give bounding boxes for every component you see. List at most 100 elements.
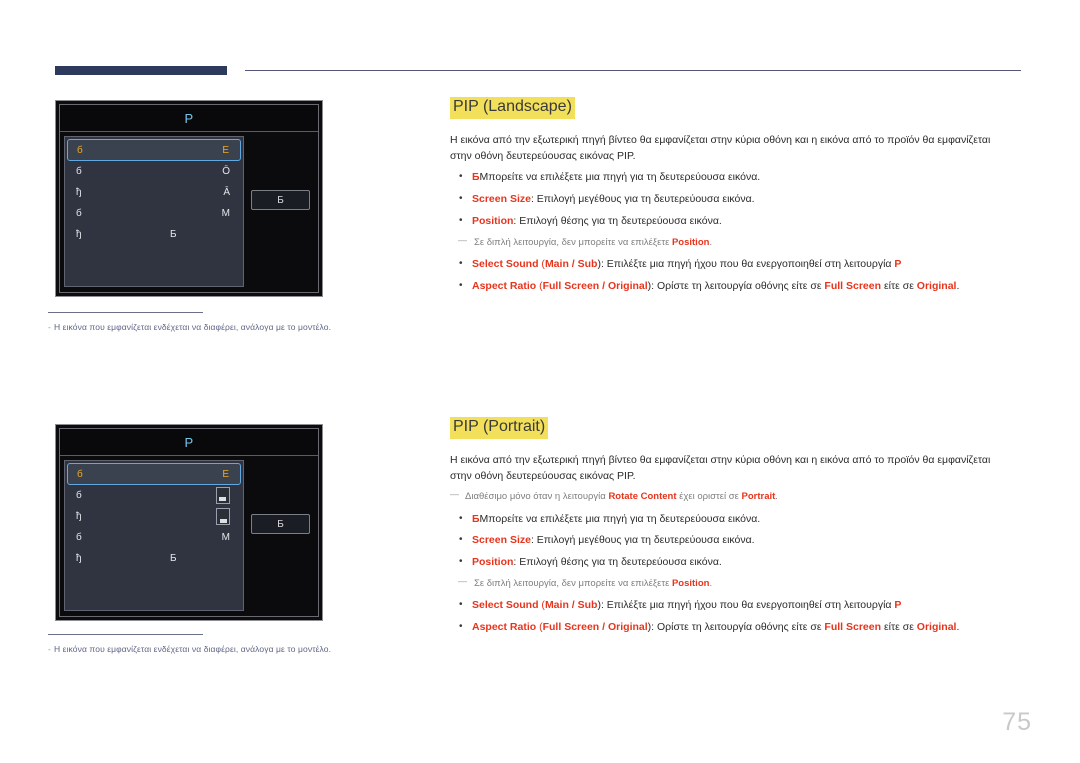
caption-text: -Η εικόνα που εμφανίζεται ενδέχεται να δ… — [48, 322, 428, 332]
keyword-select-sound: Select Sound — [472, 257, 539, 270]
osd-row-label: б — [76, 208, 82, 219]
note-text-pre: Σε διπλή λειτουργία, δεν μπορείτε να επι… — [474, 236, 672, 248]
bullet-text: Μπορείτε να επιλέξετε μια πηγή για τη δε… — [479, 512, 761, 525]
keyword-screen-size: Screen Size — [472, 534, 531, 547]
caption-rule — [48, 634, 203, 635]
keyword-position: Position — [671, 236, 710, 248]
keyword-pip-tail: P — [894, 599, 902, 612]
osd-row-label: б — [76, 532, 82, 543]
note-text-post: . — [775, 491, 778, 503]
keyword-screen-size: Screen Size — [472, 193, 531, 206]
option-original-2: Original — [916, 279, 957, 292]
option-separator: / — [568, 257, 578, 270]
keyword-position: Position — [472, 214, 514, 227]
option-original: Original — [607, 279, 648, 292]
option-separator: / — [599, 620, 608, 633]
page-title-landscape: PIP (Landscape) — [450, 97, 575, 119]
note-text-mid: έχει οριστεί σε — [676, 491, 742, 503]
osd-row[interactable]: ђ Б — [67, 548, 241, 569]
osd-row-label: ђ — [76, 511, 82, 522]
screen-position-icon — [216, 508, 230, 525]
intro-paragraph-portrait: Η εικόνα από την εξωτερική πηγή βίντεο θ… — [450, 453, 991, 483]
osd-row-value — [216, 487, 232, 504]
bullet-aspect-ratio: Aspect Ratio (Full Screen / Original): Ο… — [450, 278, 1020, 295]
note-dual-mode: Σε διπλή λειτουργία, δεν μπορείτε να επι… — [450, 234, 1020, 250]
osd-row[interactable]: ђ Б — [67, 224, 241, 245]
osd-side-pane-landscape: Б — [244, 136, 314, 287]
landscape-osd-panel: P б Е б Ō ђ Ā б М ђ Б Б — [55, 100, 323, 297]
keyword-position: Position — [671, 577, 710, 589]
bullet-text-end: . — [956, 279, 960, 292]
osd-row-value: М — [221, 532, 230, 543]
osd-row[interactable]: б Ō — [67, 161, 241, 182]
osd-menu-list-landscape: б Е б Ō ђ Ā б М ђ Б — [64, 136, 244, 287]
bullet-text-mid: είτε σε — [881, 620, 917, 633]
osd-row-value: М — [221, 208, 230, 219]
osd-row-label: ђ — [76, 553, 82, 564]
caption-body: Η εικόνα που εμφανίζεται ενδέχεται να δι… — [53, 322, 332, 332]
bullet-screen-size: Screen Size: Επιλογή μεγέθους για τη δευ… — [450, 532, 1020, 549]
portrait-osd-panel: P б Е б ђ б М ђ Б Б — [55, 424, 323, 621]
osd-side-pane-portrait: Б — [244, 460, 314, 611]
osd-inner-frame: P б Е б Ō ђ Ā б М ђ Б Б — [59, 104, 319, 293]
bullet-position: Position: Επιλογή θέσης για τη δευτερεύο… — [450, 554, 1020, 571]
bullet-select-sound: Select Sound (Main / Sub): Επιλέξτε μια … — [450, 597, 1020, 614]
osd-row[interactable]: ђ Ā — [67, 182, 241, 203]
header-rule-line — [245, 70, 1021, 71]
osd-row-label: б — [76, 490, 82, 501]
keyword-rotate-content: Rotate Content — [608, 491, 677, 503]
option-full-screen-2: Full Screen — [824, 620, 882, 633]
osd-row[interactable]: ђ — [67, 506, 241, 527]
keyword-pip-tail: P — [894, 257, 902, 270]
option-original: Original — [607, 620, 648, 633]
bullet-text: : Επιλέξτε μια πηγή ήχου που θα ενεργοπο… — [600, 257, 895, 270]
bullet-text: : Επιλογή θέσης για τη δευτερεύουσα εικό… — [513, 556, 722, 569]
keyword-portrait: Portrait — [741, 491, 776, 503]
osd-row-value — [216, 508, 232, 525]
option-separator: / — [599, 279, 608, 292]
osd-menu-list-portrait: б Е б ђ б М ђ Б — [64, 460, 244, 611]
section-pip-portrait: PIP (Portrait) Η εικόνα από την εξωτερικ… — [450, 417, 1020, 642]
bullet-text: : Επιλογή μεγέθους για τη δευτερεύουσα ε… — [530, 534, 755, 547]
osd-row-label: б — [76, 166, 82, 177]
intro-paragraph-landscape: Η εικόνα από την εξωτερική πηγή βίντεο θ… — [450, 133, 991, 163]
osd-row[interactable]: б Е — [67, 139, 241, 161]
osd-row[interactable]: б — [67, 485, 241, 506]
source-glyph: Б — [472, 512, 480, 525]
osd-row-value: Е — [222, 144, 229, 156]
option-sub: Sub — [577, 599, 598, 612]
bullet-source: БΜπορείτε να επιλέξετε μια πηγή για τη δ… — [450, 511, 1020, 528]
option-full-screen: Full Screen — [542, 279, 600, 292]
caption-dash: - — [48, 644, 51, 654]
osd-row[interactable]: б М — [67, 203, 241, 224]
osd-title-landscape: P — [60, 105, 318, 132]
bullet-text: : Επιλογή μεγέθους για τη δευτερεύουσα ε… — [530, 193, 755, 206]
osd-title-portrait: P — [60, 429, 318, 456]
bullet-aspect-ratio: Aspect Ratio (Full Screen / Original): Ο… — [450, 619, 1020, 636]
option-full-screen: Full Screen — [542, 620, 600, 633]
option-main: Main — [544, 257, 569, 270]
osd-side-button[interactable]: Б — [251, 190, 310, 210]
osd-body-portrait: б Е б ђ б М ђ Б Б — [60, 456, 318, 616]
osd-row[interactable]: б М — [67, 527, 241, 548]
bullet-list-landscape: БΜπορείτε να επιλέξετε μια πηγή για τη δ… — [450, 169, 1020, 295]
osd-row-value: Ā — [223, 187, 230, 198]
osd-inner-frame: P б Е б ђ б М ђ Б Б — [59, 428, 319, 617]
option-sub: Sub — [577, 257, 598, 270]
screen-size-icon — [216, 487, 230, 504]
osd-row-label: ђ — [76, 229, 82, 240]
osd-row[interactable]: б Е — [67, 463, 241, 485]
landscape-caption: -Η εικόνα που εμφανίζεται ενδέχεται να δ… — [48, 312, 428, 332]
bullet-list-portrait: БΜπορείτε να επιλέξετε μια πηγή για τη δ… — [450, 511, 1020, 636]
bullet-select-sound: Select Sound (Main / Sub): Επιλέξτε μια … — [450, 256, 1020, 273]
osd-row-label: б — [77, 468, 83, 480]
note-text-pre: Διαθέσιμο μόνο όταν η λειτουργία — [465, 491, 609, 503]
option-original-2: Original — [916, 620, 957, 633]
option-full-screen-2: Full Screen — [824, 279, 882, 292]
osd-row-label: ђ — [76, 187, 82, 198]
osd-side-button[interactable]: Б — [251, 514, 310, 534]
caption-body: Η εικόνα που εμφανίζεται ενδέχεται να δι… — [53, 644, 332, 654]
header-rule-tab — [55, 66, 227, 75]
osd-row-value: Ō — [222, 166, 230, 177]
section-pip-landscape: PIP (Landscape) Η εικόνα από την εξωτερι… — [450, 97, 1020, 300]
